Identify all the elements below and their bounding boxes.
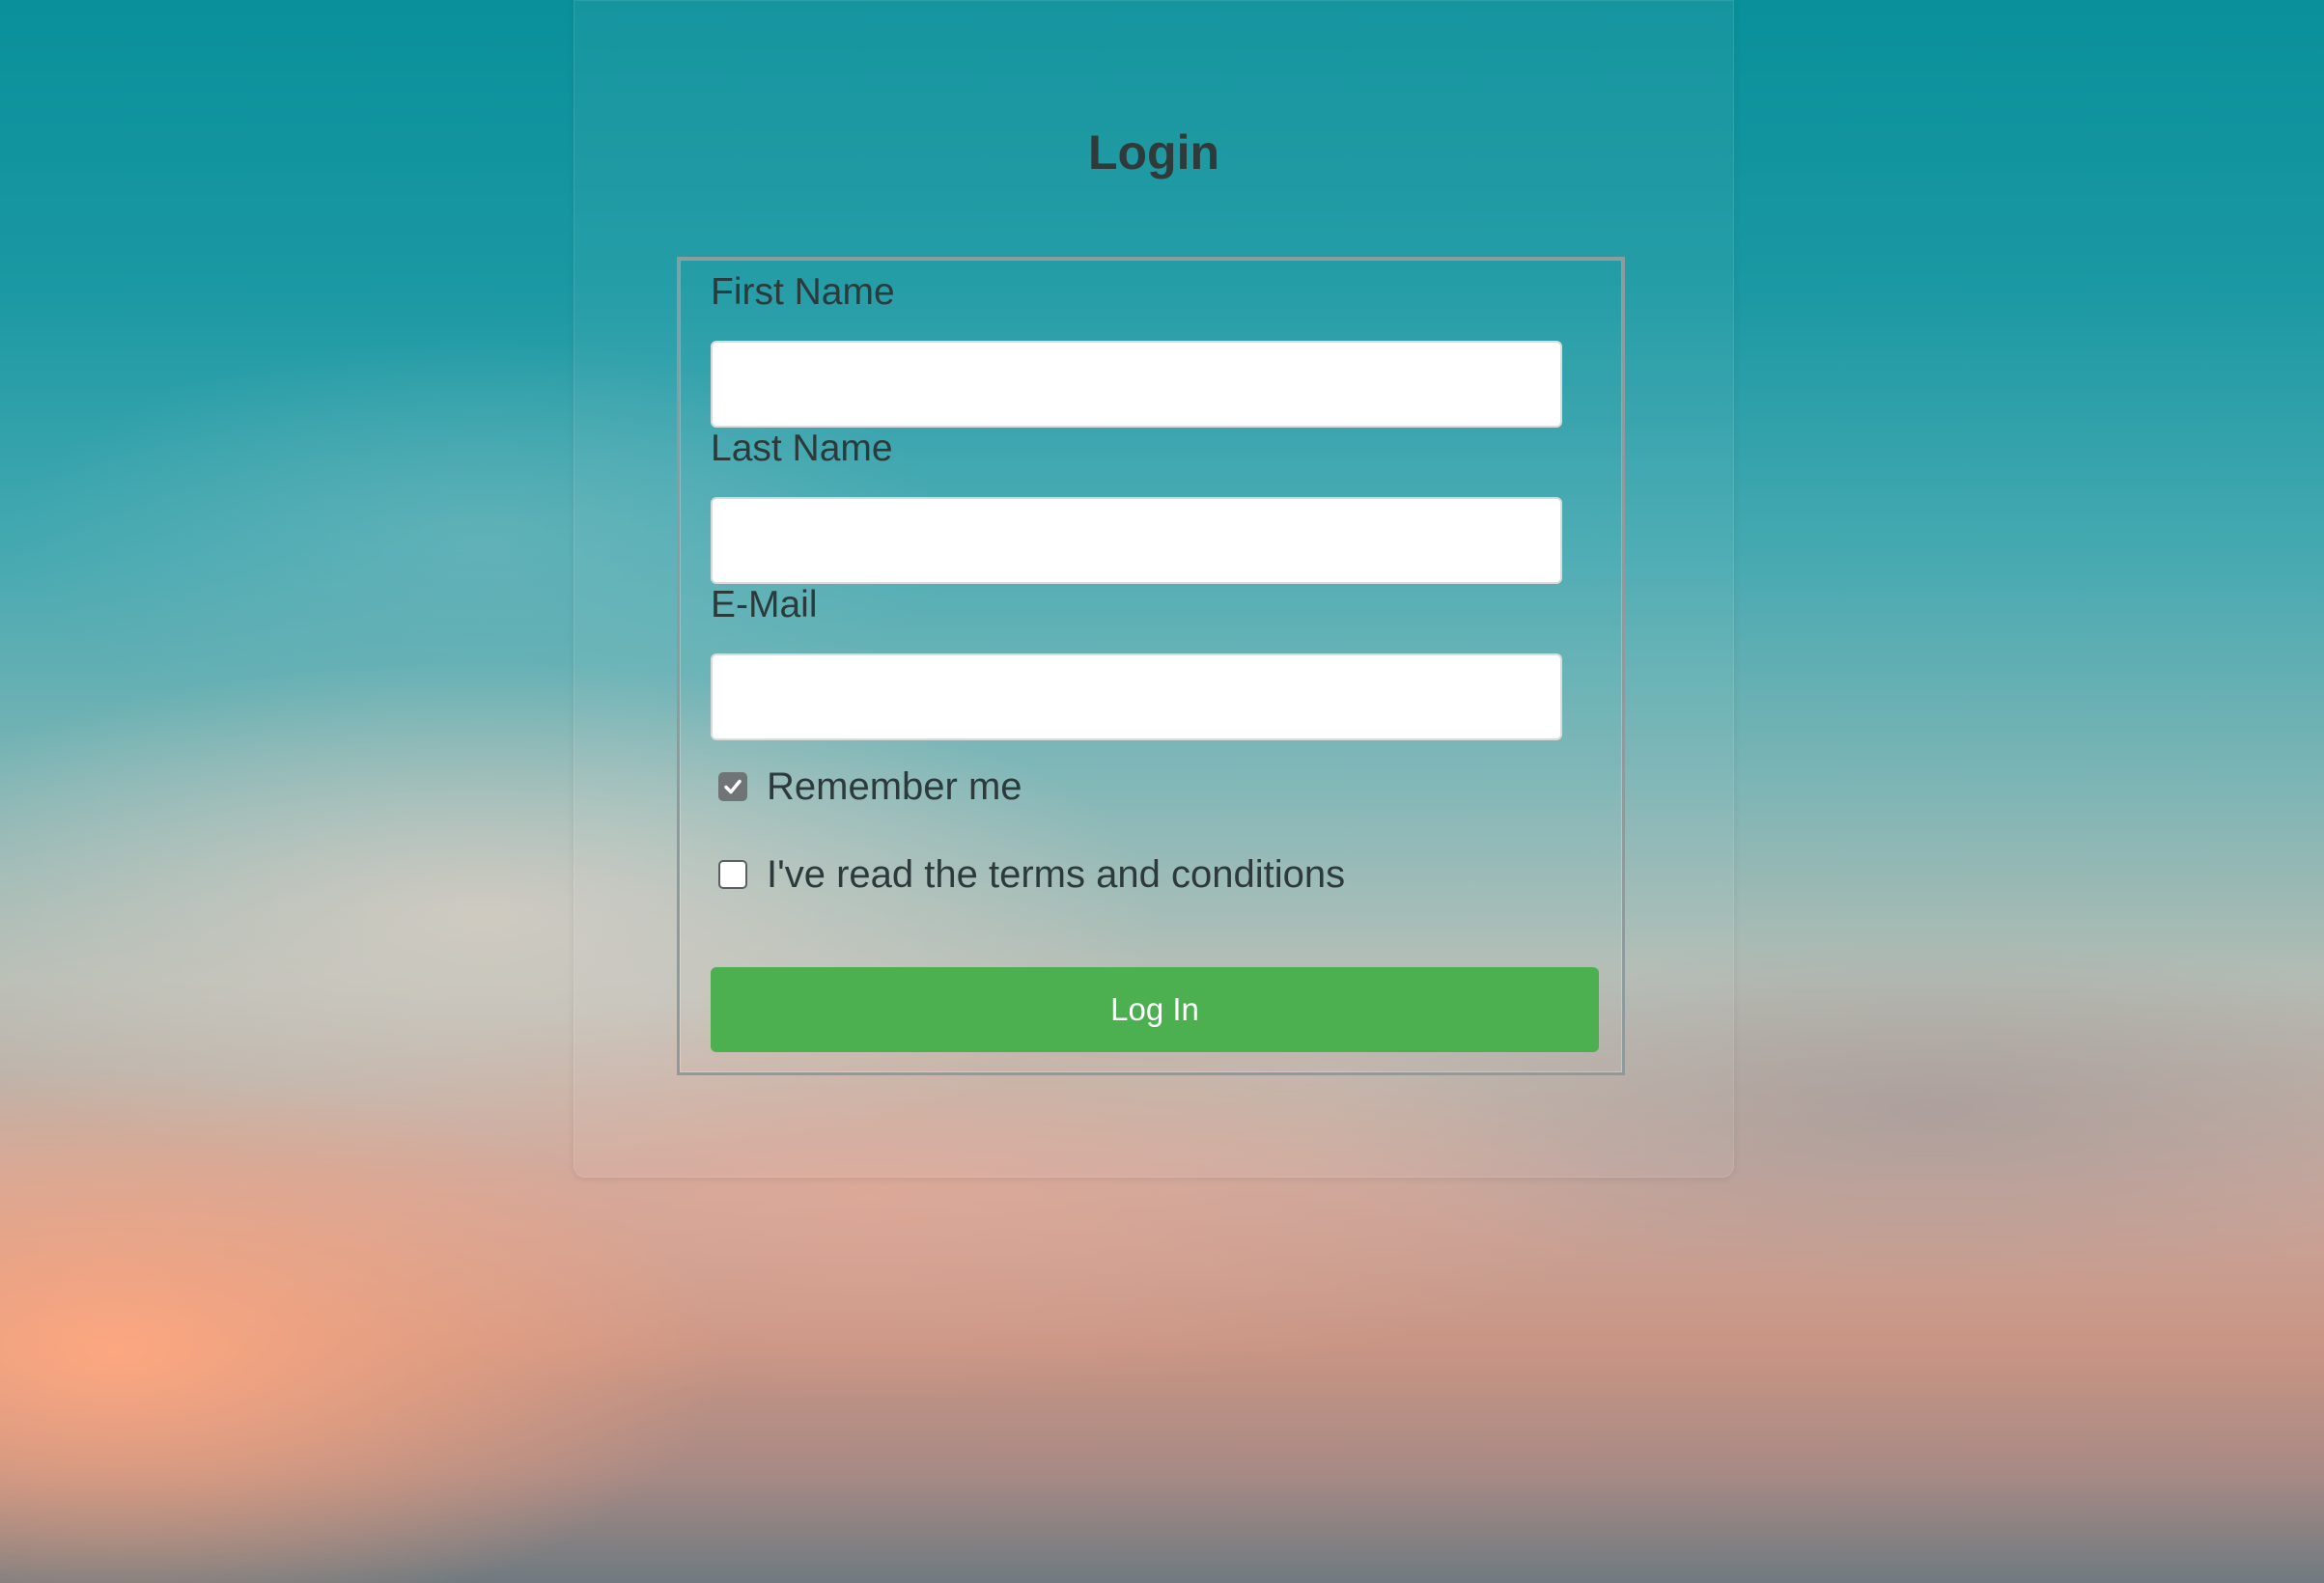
email-input[interactable] bbox=[711, 653, 1562, 740]
check-icon bbox=[724, 779, 742, 794]
last-name-label: Last Name bbox=[711, 428, 893, 469]
login-card: Login First Name Last Name E-Mail Rememb… bbox=[574, 0, 1734, 1178]
terms-row[interactable]: I've read the terms and conditions bbox=[718, 850, 1345, 899]
login-button[interactable]: Log In bbox=[711, 967, 1599, 1052]
terms-label: I've read the terms and conditions bbox=[767, 852, 1346, 896]
remember-me-row[interactable]: Remember me bbox=[718, 763, 1022, 811]
email-label: E-Mail bbox=[711, 584, 818, 625]
login-form: First Name Last Name E-Mail Remember me … bbox=[677, 257, 1625, 1075]
page-title: Login bbox=[1087, 125, 1220, 180]
terms-checkbox[interactable] bbox=[718, 860, 747, 889]
last-name-input[interactable] bbox=[711, 497, 1562, 584]
first-name-label: First Name bbox=[711, 271, 895, 313]
first-name-input[interactable] bbox=[711, 341, 1562, 428]
remember-me-label: Remember me bbox=[767, 764, 1022, 808]
remember-me-checkbox[interactable] bbox=[718, 772, 747, 801]
